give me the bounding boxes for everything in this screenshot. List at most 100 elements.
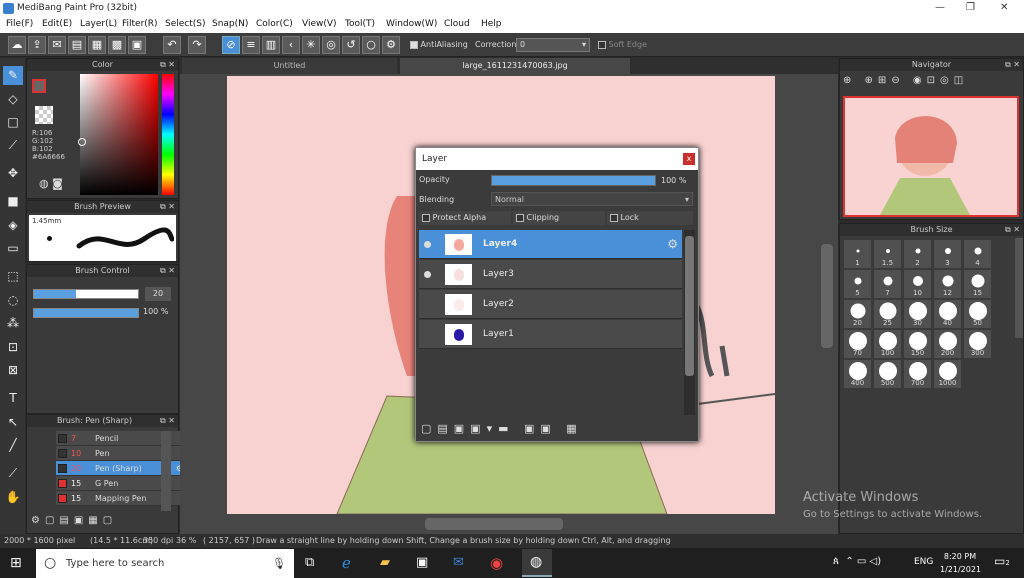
color-picker-cursor[interactable]: [78, 138, 86, 146]
file-explorer-icon[interactable]: ▰: [380, 555, 390, 570]
windows-start-icon[interactable]: ⊞: [10, 555, 22, 571]
brush-size-option[interactable]: 12: [933, 269, 962, 299]
layer-row[interactable]: Layer2: [419, 290, 682, 319]
snap-ellipse-icon[interactable]: ○: [362, 36, 380, 54]
brush-size-option[interactable]: 400: [843, 359, 872, 389]
brush-opacity-value[interactable]: 100 %: [143, 307, 168, 316]
gear-icon[interactable]: ⚙: [382, 36, 400, 54]
brush-size-option[interactable]: 20: [843, 299, 872, 329]
blending-dropdown[interactable]: Normal ▾: [491, 192, 693, 206]
select-rect-icon[interactable]: ⬚: [3, 267, 23, 286]
menu-help[interactable]: Help: [481, 19, 502, 29]
soft-edge-checkbox[interactable]: Soft Edge: [598, 40, 647, 49]
canvas-vertical-scrollbar[interactable]: [821, 244, 833, 348]
mail-icon[interactable]: ✉: [453, 555, 464, 570]
chat-icon[interactable]: ▤: [68, 36, 86, 54]
layer-row[interactable]: Layer3: [419, 260, 682, 289]
brush-list-actions[interactable]: ⚙▢▤▣▦▢: [31, 515, 117, 526]
brush-size-option[interactable]: 1: [843, 239, 872, 269]
brush-size-option[interactable]: 15: [963, 269, 992, 299]
navigator-thumbnail[interactable]: [843, 96, 1019, 217]
document-icon[interactable]: ▦: [88, 36, 106, 54]
brush-size-option[interactable]: 25: [873, 299, 902, 329]
dot-tool-icon[interactable]: ⟋: [3, 136, 23, 155]
redo-icon[interactable]: ↷: [188, 36, 206, 54]
system-tray-icons[interactable]: ጰ ⌃ ▭ ◁): [833, 556, 881, 567]
clock[interactable]: 8:20 PM 1/21/2021: [940, 550, 981, 576]
saturation-value-picker[interactable]: [80, 74, 158, 195]
divide-tool-icon[interactable]: ╱: [3, 436, 23, 455]
snap-grid-icon[interactable]: ▥: [262, 36, 280, 54]
menu-file[interactable]: File(F): [6, 19, 33, 29]
cloud-icon[interactable]: ☁: [8, 36, 26, 54]
brush-size-option[interactable]: 5: [843, 269, 872, 299]
taskbar-search-input[interactable]: ○ Type here to search 🎙: [36, 549, 294, 578]
select-eraser-icon[interactable]: ⊠: [3, 361, 23, 380]
brush-size-option[interactable]: 10: [903, 269, 932, 299]
layer-dialog-close-button[interactable]: x: [683, 153, 695, 165]
menu-tool[interactable]: Tool(T): [345, 19, 375, 29]
transparent-swatch[interactable]: [35, 106, 53, 124]
layer-settings-gear-icon[interactable]: ⚙: [667, 237, 678, 251]
palette-icon[interactable]: ◍ ◙: [39, 177, 63, 190]
canvas-horizontal-scrollbar[interactable]: [425, 518, 563, 530]
menu-filter[interactable]: Filter(R): [122, 19, 158, 29]
undo-icon[interactable]: ↶: [163, 36, 181, 54]
brush-size-option[interactable]: 4: [963, 239, 992, 269]
frame-icon[interactable]: ▣: [128, 36, 146, 54]
grid-icon[interactable]: ▩: [108, 36, 126, 54]
brush-size-option[interactable]: 7: [873, 269, 902, 299]
brush-opacity-slider[interactable]: [33, 308, 139, 318]
brush-size-option[interactable]: 1.5: [873, 239, 902, 269]
brush-size-option[interactable]: 500: [873, 359, 902, 389]
brush-size-scrollbar[interactable]: [1015, 238, 1023, 338]
layer-list-scrollbar[interactable]: [684, 230, 695, 415]
brush-size-option[interactable]: 30: [903, 299, 932, 329]
brush-size-option[interactable]: 2: [903, 239, 932, 269]
text-tool-icon[interactable]: T: [3, 389, 23, 408]
protect-alpha-checkbox[interactable]: Protect Alpha: [419, 211, 511, 225]
move-tool-icon[interactable]: ✥: [3, 164, 23, 183]
brush-size-option[interactable]: 100: [873, 329, 902, 359]
lasso-icon[interactable]: ◌: [3, 291, 23, 310]
menu-view[interactable]: View(V): [302, 19, 337, 29]
foreground-color-swatch[interactable]: [32, 79, 46, 93]
layer-visibility-icon[interactable]: [424, 241, 431, 248]
gradient-tool-icon[interactable]: ▭: [3, 239, 23, 258]
language-indicator[interactable]: ENG: [914, 557, 933, 567]
snap-off-icon[interactable]: ⊘: [222, 36, 240, 54]
menu-edit[interactable]: Edit(E): [42, 19, 72, 29]
medibang-taskbar-icon[interactable]: ◍: [522, 549, 552, 577]
brush-tool-icon[interactable]: ✎: [3, 66, 23, 85]
brush-size-option[interactable]: 700: [903, 359, 932, 389]
menu-snap[interactable]: Snap(N): [212, 19, 248, 29]
comment-icon[interactable]: ✉: [48, 36, 66, 54]
snap-radial-icon[interactable]: ✳: [302, 36, 320, 54]
layer-row[interactable]: Layer1: [419, 320, 682, 349]
antialiasing-checkbox[interactable]: AntiAliasing: [410, 40, 468, 49]
brush-size-option[interactable]: 300: [963, 329, 992, 359]
notification-icon[interactable]: ▭2: [994, 554, 1010, 568]
brush-size-option[interactable]: 40: [933, 299, 962, 329]
operation-tool-icon[interactable]: ↖: [3, 413, 23, 432]
clipping-checkbox[interactable]: Clipping: [513, 211, 605, 225]
maximize-button[interactable]: ❐: [966, 2, 975, 13]
tab-large-image[interactable]: large_1611231470063.jpg: [400, 58, 630, 74]
menu-cloud[interactable]: Cloud: [444, 19, 470, 29]
lock-checkbox[interactable]: Lock: [607, 211, 693, 225]
chrome-icon[interactable]: ◉: [490, 554, 503, 572]
snap-parallel-icon[interactable]: ≡: [242, 36, 260, 54]
menu-layer[interactable]: Layer(L): [80, 19, 117, 29]
hand-tool-icon[interactable]: ✋: [3, 488, 23, 507]
navigator-zoom-controls[interactable]: ⊕ ⊕⊞⊖ ◉⊡◎◫: [843, 75, 968, 86]
hue-slider[interactable]: [162, 74, 174, 195]
eraser-tool-icon[interactable]: ◇: [3, 90, 23, 109]
upload-icon[interactable]: ⇪: [28, 36, 46, 54]
eyedropper-icon[interactable]: ⟋: [3, 464, 23, 483]
close-window-button[interactable]: ✕: [1000, 2, 1008, 13]
select-pen-icon[interactable]: ⊡: [3, 338, 23, 357]
layer-actions-bar[interactable]: ▢▤▣▣▾▬ ▣▣ ▦: [421, 422, 583, 435]
brush-size-option[interactable]: 70: [843, 329, 872, 359]
layer-row[interactable]: Layer4 ⚙: [419, 230, 682, 259]
brush-size-value[interactable]: 20: [145, 287, 171, 301]
